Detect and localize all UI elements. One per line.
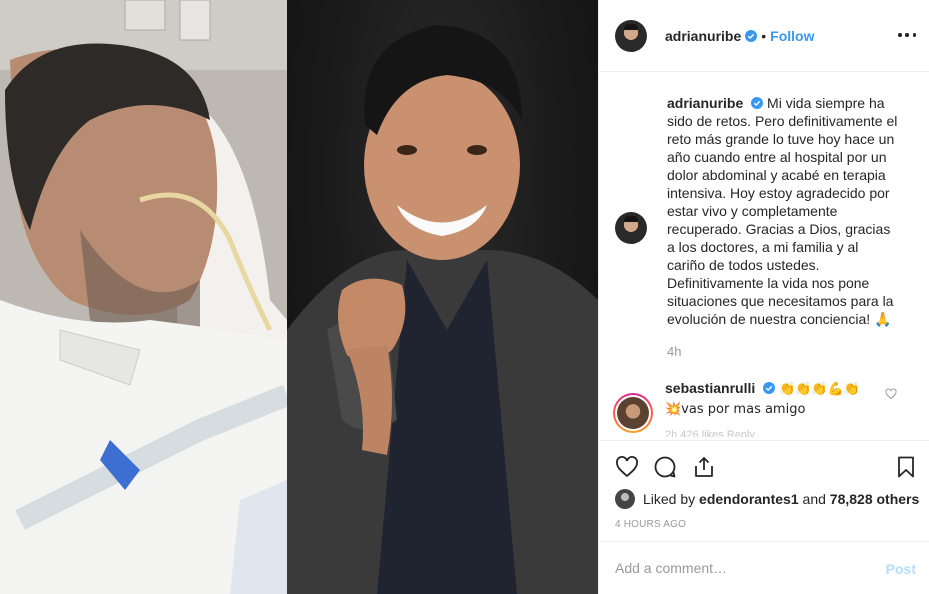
hospital-photo-illustration bbox=[0, 0, 292, 594]
instagram-post: adrianuribe • Follow adrianuribe Mi vida… bbox=[0, 0, 929, 594]
comment-like-heart-icon[interactable] bbox=[885, 388, 897, 400]
verified-badge-icon bbox=[763, 382, 776, 394]
caption-body: Mi vida siempre ha sido de retos. Pero d… bbox=[667, 95, 898, 327]
more-options-icon[interactable] bbox=[898, 26, 916, 44]
caption-username[interactable]: adrianuribe bbox=[667, 95, 743, 111]
likes-others-link[interactable]: 78,828 others bbox=[830, 491, 920, 507]
post-header: adrianuribe • Follow bbox=[599, 0, 929, 72]
post-timestamp[interactable]: 4 HOURS AGO bbox=[615, 519, 686, 530]
likes-summary: Liked by edendorantes1 and 78,828 others bbox=[615, 489, 919, 509]
portrait-photo-illustration bbox=[287, 25, 598, 594]
post-comment-button[interactable]: Post bbox=[886, 561, 916, 577]
hospital-photo bbox=[0, 0, 292, 594]
comments-section[interactable]: adrianuribe Mi vida siempre ha sido de r… bbox=[599, 72, 929, 440]
verified-badge-icon bbox=[745, 29, 758, 42]
commenter-username[interactable]: sebastianrulli bbox=[665, 380, 755, 396]
comment-meta: 2h 426 likes Reply bbox=[665, 429, 755, 437]
verified-badge-icon bbox=[751, 97, 764, 109]
author-username[interactable]: adrianuribe bbox=[665, 28, 741, 44]
commenter-avatar[interactable] bbox=[613, 393, 653, 433]
liker-avatar[interactable] bbox=[615, 489, 635, 509]
portrait-photo bbox=[287, 0, 598, 594]
heart-icon[interactable] bbox=[615, 455, 639, 479]
likes-prefix: Liked by bbox=[643, 491, 696, 507]
separator-dot: • bbox=[761, 27, 767, 44]
caption: adrianuribe Mi vida siempre ha sido de r… bbox=[615, 94, 915, 328]
caption-time[interactable]: 4h bbox=[667, 344, 681, 359]
post-actions: Liked by edendorantes1 and 78,828 others… bbox=[599, 440, 929, 540]
add-comment-bar: Post bbox=[599, 541, 929, 594]
share-icon[interactable] bbox=[692, 455, 716, 479]
comment-body: 💥vas por mas amigo bbox=[665, 402, 806, 417]
bookmark-icon[interactable] bbox=[894, 455, 918, 479]
post-photo[interactable] bbox=[0, 0, 598, 594]
comment-emojis: 👏👏👏💪👏 bbox=[779, 382, 860, 397]
author-avatar[interactable] bbox=[615, 19, 647, 52]
caption-text: adrianuribe Mi vida siempre ha sido de r… bbox=[667, 94, 899, 328]
liker-username[interactable]: edendorantes1 bbox=[699, 491, 799, 507]
post-side-panel: adrianuribe • Follow adrianuribe Mi vida… bbox=[598, 0, 929, 594]
add-comment-input[interactable] bbox=[615, 560, 865, 576]
comment-item: sebastianrulli 👏👏👏💪👏 💥vas por mas amigo bbox=[613, 379, 923, 433]
comment-text: sebastianrulli 👏👏👏💪👏 💥vas por mas amigo bbox=[665, 379, 865, 433]
likes-connector: and bbox=[802, 491, 826, 507]
caption-avatar[interactable] bbox=[615, 212, 647, 244]
comment-icon[interactable] bbox=[653, 455, 677, 479]
follow-button[interactable]: Follow bbox=[770, 28, 814, 44]
